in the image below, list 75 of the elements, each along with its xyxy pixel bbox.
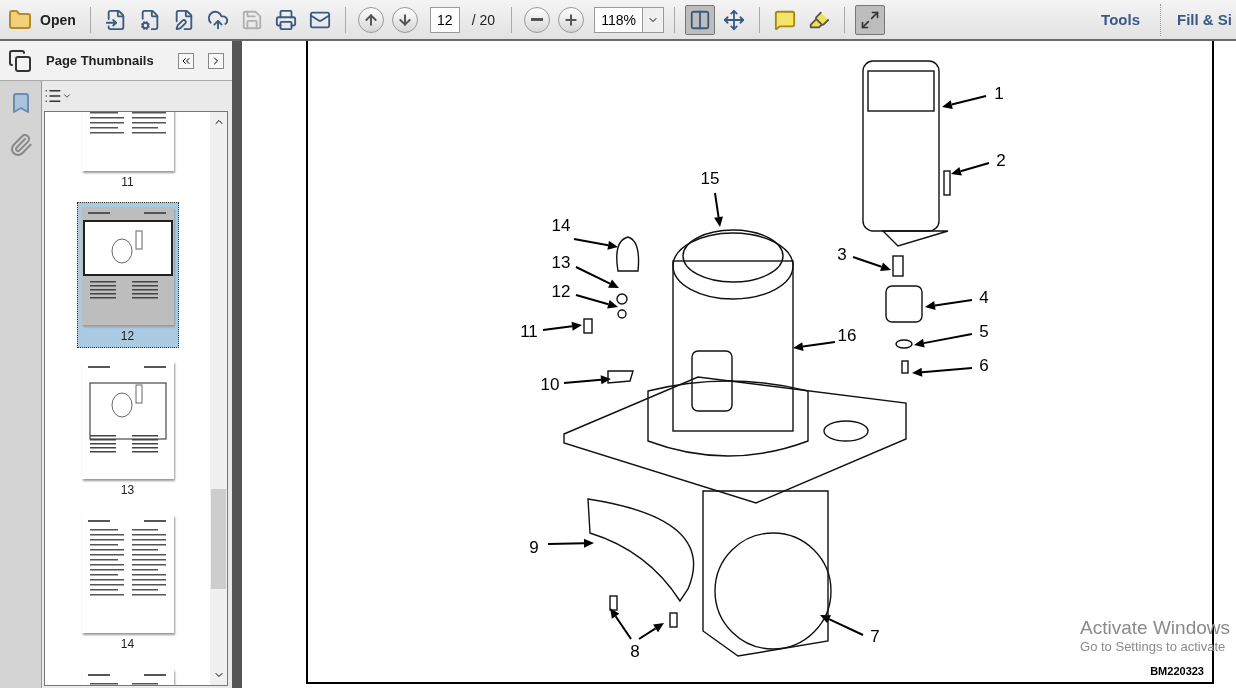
printer-icon bbox=[274, 8, 297, 31]
zoom-in-button[interactable] bbox=[558, 6, 585, 33]
collapse-button[interactable] bbox=[178, 52, 194, 69]
callout-number: 10 bbox=[540, 375, 560, 394]
panel-tab[interactable]: Fill & Si bbox=[1160, 3, 1232, 36]
callout-number: 16 bbox=[837, 326, 857, 345]
leader-arrow bbox=[610, 608, 632, 640]
page-number-field[interactable]: 12 bbox=[429, 6, 460, 33]
leader-arrow bbox=[942, 95, 987, 109]
leader-arrow bbox=[714, 192, 723, 227]
minus-icon bbox=[531, 18, 544, 21]
speech-bubble-icon bbox=[774, 8, 797, 31]
folder-icon bbox=[8, 7, 32, 32]
callout-number: 8 bbox=[630, 642, 640, 661]
expand-icon bbox=[860, 9, 881, 30]
scrollbar-thumb[interactable] bbox=[211, 488, 226, 589]
thumbnail-item[interactable]: 13 bbox=[76, 356, 179, 502]
fit-width-icon bbox=[723, 8, 746, 31]
callout-number: 4 bbox=[979, 288, 989, 307]
convert-file-icon bbox=[138, 8, 161, 31]
callout-number: 3 bbox=[837, 245, 847, 264]
cloud-upload-icon bbox=[206, 8, 229, 31]
leader-arrow bbox=[793, 341, 836, 352]
callout-number: 15 bbox=[700, 169, 720, 188]
leader-arrow bbox=[912, 367, 973, 377]
list-icon bbox=[44, 87, 62, 105]
leader-arrow bbox=[951, 162, 990, 176]
full-screen-button[interactable] bbox=[855, 4, 886, 35]
page-total: / 20 bbox=[471, 11, 496, 28]
callout-number: 2 bbox=[996, 151, 1006, 170]
save-icon bbox=[240, 8, 263, 31]
leader-arrow bbox=[547, 538, 594, 548]
fit-page-button[interactable] bbox=[685, 4, 716, 35]
leader-arrow bbox=[852, 256, 891, 271]
page-label: 13 bbox=[120, 483, 135, 497]
thumbnail-item[interactable]: 12 bbox=[76, 202, 179, 348]
callout-number: 9 bbox=[529, 538, 539, 557]
scrollbar[interactable] bbox=[210, 112, 227, 685]
caret-icon bbox=[62, 91, 72, 101]
create-pdf-icon bbox=[104, 8, 127, 31]
page-label: 14 bbox=[120, 637, 135, 651]
leader-arrow bbox=[575, 266, 619, 288]
callout-number: 14 bbox=[551, 216, 571, 235]
leader-arrow bbox=[638, 623, 664, 640]
open-button[interactable]: Open bbox=[4, 4, 80, 35]
panel-tab[interactable]: Tools bbox=[1085, 3, 1156, 36]
paperclip-icon[interactable] bbox=[8, 133, 33, 157]
page-label: 12 bbox=[120, 329, 135, 343]
next-page-button[interactable] bbox=[391, 6, 418, 33]
callout-number: 12 bbox=[551, 282, 571, 301]
zoom-out-button[interactable] bbox=[524, 6, 551, 33]
leader-arrow bbox=[542, 321, 582, 331]
previous-page-button[interactable] bbox=[357, 6, 384, 33]
callout-number: 13 bbox=[551, 253, 571, 272]
pages-icon bbox=[8, 48, 32, 73]
page-label: 11 bbox=[121, 175, 134, 189]
figure-id: BM220323 bbox=[1150, 665, 1204, 677]
callout-number: 1 bbox=[994, 84, 1004, 103]
leader-arrow bbox=[914, 333, 973, 348]
leader-arrow bbox=[820, 615, 864, 636]
leader-arrow bbox=[575, 294, 618, 309]
dropdown-button[interactable] bbox=[642, 6, 665, 33]
leader-arrow bbox=[573, 238, 618, 250]
callout-number: 11 bbox=[520, 322, 538, 341]
thumbnail-item[interactable]: 11 bbox=[76, 112, 179, 194]
leader-arrow bbox=[563, 375, 611, 385]
panel-title: Page Thumbnails bbox=[46, 53, 155, 68]
leader-arrow bbox=[925, 299, 973, 310]
callout-number: 5 bbox=[979, 322, 989, 341]
fit-page-icon bbox=[689, 8, 712, 31]
zoom-field[interactable]: 118% bbox=[594, 6, 643, 33]
expand-button[interactable] bbox=[208, 52, 224, 69]
callout-number: 7 bbox=[870, 627, 880, 646]
thumbnail-item[interactable]: 14 bbox=[76, 510, 179, 656]
callout-number: 6 bbox=[979, 356, 989, 375]
